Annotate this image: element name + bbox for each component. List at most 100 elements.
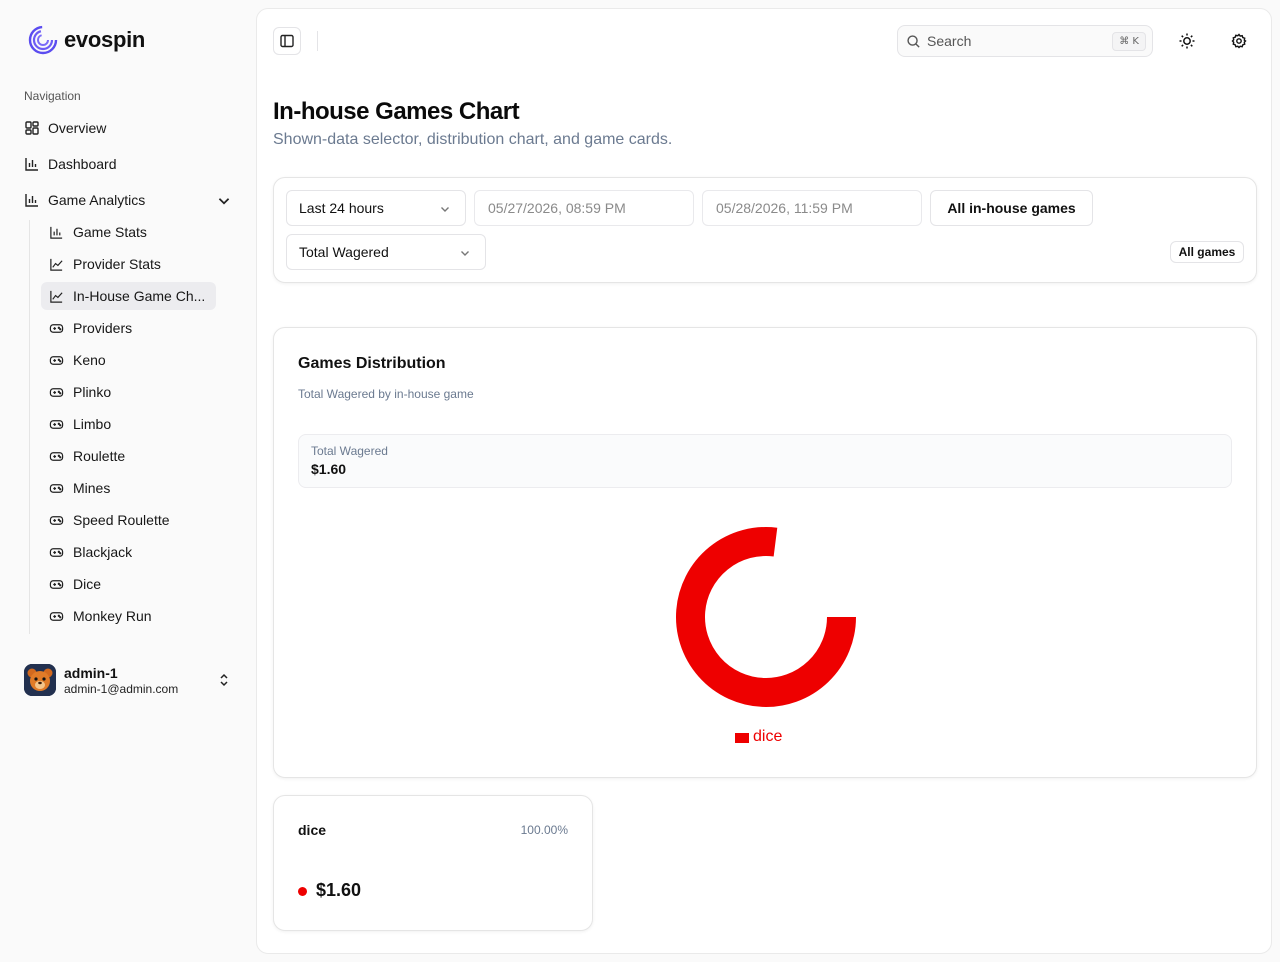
game-card-share: 100.00% [520, 823, 568, 837]
brand[interactable]: evospin [28, 25, 145, 55]
all-games-badge[interactable]: All games [1170, 241, 1244, 263]
sidebar-subitem-label: Dice [73, 576, 102, 592]
bar-chart-icon [25, 158, 38, 171]
bar-chart-icon [50, 226, 63, 239]
sidebar-subitem[interactable]: Providers [41, 314, 216, 342]
sidebar-item-label: Overview [48, 120, 107, 136]
sidebar-item-label: Game Analytics [48, 192, 146, 208]
end-date-input[interactable]: 05/28/2026, 11:59 PM [702, 190, 922, 226]
gamepad-icon [49, 611, 64, 621]
legend-swatch [735, 733, 749, 743]
sidebar-subitem[interactable]: Provider Stats [41, 250, 216, 278]
sidebar-subitem[interactable]: Keno [41, 346, 216, 374]
legend-label: dice [753, 728, 783, 745]
sidebar-item-overview[interactable]: Overview [18, 114, 240, 142]
line-chart-icon [50, 258, 63, 271]
search-input[interactable]: Search ⌘ K [897, 25, 1153, 57]
nav-heading: Navigation [24, 89, 81, 103]
game-color-dot [298, 887, 307, 896]
sidebar-subitem-label: Blackjack [73, 544, 133, 560]
line-chart-icon [50, 290, 63, 303]
sidebar-subitem[interactable]: Monkey Run [41, 602, 216, 630]
distribution-description: Total Wagered by in-house game [298, 387, 474, 401]
gamepad-icon [49, 323, 64, 333]
sidebar-subitem[interactable]: Blackjack [41, 538, 216, 566]
gamepad-icon [49, 483, 64, 493]
gamepad-icon [49, 515, 64, 525]
user-name: admin-1 [64, 664, 118, 681]
chevron-down-icon [461, 251, 469, 256]
sidebar-subitem[interactable]: Mines [41, 474, 216, 502]
page-subtitle: Shown-data selector, distribution chart,… [273, 131, 673, 148]
donut-slice-dice[interactable] [676, 527, 856, 707]
header-divider [317, 31, 318, 51]
sidebar-subitem-label: Plinko [73, 384, 112, 400]
sidebar-subitem[interactable]: Plinko [41, 378, 216, 406]
sidebar-item-label: Dashboard [48, 156, 117, 172]
grid-icon [25, 121, 39, 135]
distribution-title: Games Distribution [298, 355, 446, 372]
game-card-name: dice [298, 822, 327, 838]
main-panel: Search ⌘ K In-house Games Chart Shown-da… [256, 8, 1272, 954]
sidebar-subitem-label: Monkey Run [73, 608, 152, 624]
sun-icon [1179, 33, 1195, 49]
distribution-card: Games Distribution Total Wagered by in-h… [273, 327, 1257, 778]
sidebar-subitem-label: Roulette [73, 448, 126, 464]
game-card[interactable]: dice 100.00% $1.60 [273, 795, 593, 931]
sidebar-subitem[interactable]: Roulette [41, 442, 216, 470]
sidebar-subitem-label: Mines [73, 480, 111, 496]
donut-chart [676, 527, 856, 707]
sidebar-subitem-label: Provider Stats [73, 256, 161, 272]
all-in-house-games-button[interactable]: All in-house games [930, 190, 1093, 226]
sidebar-subitem-label: In-House Game Ch... [73, 288, 206, 304]
panel-left-icon [280, 34, 294, 48]
sidebar-toggle-button[interactable] [273, 27, 301, 55]
sidebar-subitem[interactable]: In-House Game Ch... [41, 282, 216, 310]
time-range-value: Last 24 hours [299, 200, 384, 216]
submenu-rail [29, 220, 30, 634]
sidebar-subitem[interactable]: Limbo [41, 410, 216, 438]
chevron-down-icon [441, 207, 449, 212]
gamepad-icon [49, 547, 64, 557]
gamepad-icon [49, 419, 64, 429]
evospin-logo-icon [28, 25, 58, 55]
search-icon [907, 34, 920, 48]
user-menu[interactable]: admin-1 admin-1@admin.com [24, 662, 240, 698]
gamepad-icon [49, 451, 64, 461]
filters-card: Last 24 hours 05/27/2026, 08:59 PM 05/28… [273, 177, 1257, 283]
page-title: In-house Games Chart [273, 98, 520, 125]
sidebar: evospin Navigation Overview Dashboard Ga… [0, 0, 256, 962]
chevrons-up-down-icon [220, 673, 228, 687]
user-email: admin-1@admin.com [64, 681, 179, 696]
time-range-select[interactable]: Last 24 hours [286, 190, 466, 226]
sidebar-item-dashboard[interactable]: Dashboard [18, 150, 240, 178]
sidebar-subitem-label: Keno [73, 352, 106, 368]
bar-chart-icon [25, 194, 38, 207]
gear-icon [1231, 33, 1247, 49]
sidebar-subitem[interactable]: Speed Roulette [41, 506, 216, 534]
chart-legend: dice [735, 728, 782, 746]
total-summary: Total Wagered $1.60 [298, 434, 1232, 488]
search-placeholder: Search [927, 33, 972, 49]
sidebar-subitem-label: Providers [73, 320, 133, 336]
brand-name: evospin [64, 27, 146, 52]
sidebar-subitem-label: Limbo [73, 416, 112, 432]
chevron-down-icon [218, 198, 230, 205]
sidebar-subitem-label: Speed Roulette [73, 512, 170, 528]
metric-value: Total Wagered [299, 244, 389, 260]
total-label: Total Wagered [311, 444, 388, 458]
game-card-value: $1.60 [316, 880, 362, 900]
sidebar-item-game-analytics[interactable]: Game Analytics [18, 186, 240, 214]
sidebar-subitem[interactable]: Game Stats [41, 218, 216, 246]
gamepad-icon [49, 579, 64, 589]
sidebar-subitem[interactable]: Dice [41, 570, 216, 598]
metric-select[interactable]: Total Wagered [286, 234, 486, 270]
search-shortcut: ⌘ K [1112, 32, 1146, 51]
theme-toggle-button[interactable] [1175, 29, 1199, 53]
start-date-input[interactable]: 05/27/2026, 08:59 PM [474, 190, 694, 226]
settings-button[interactable] [1227, 29, 1251, 53]
gamepad-icon [49, 387, 64, 397]
total-value: $1.60 [311, 461, 347, 477]
sidebar-subitem-label: Game Stats [73, 224, 147, 240]
avatar [24, 664, 56, 696]
